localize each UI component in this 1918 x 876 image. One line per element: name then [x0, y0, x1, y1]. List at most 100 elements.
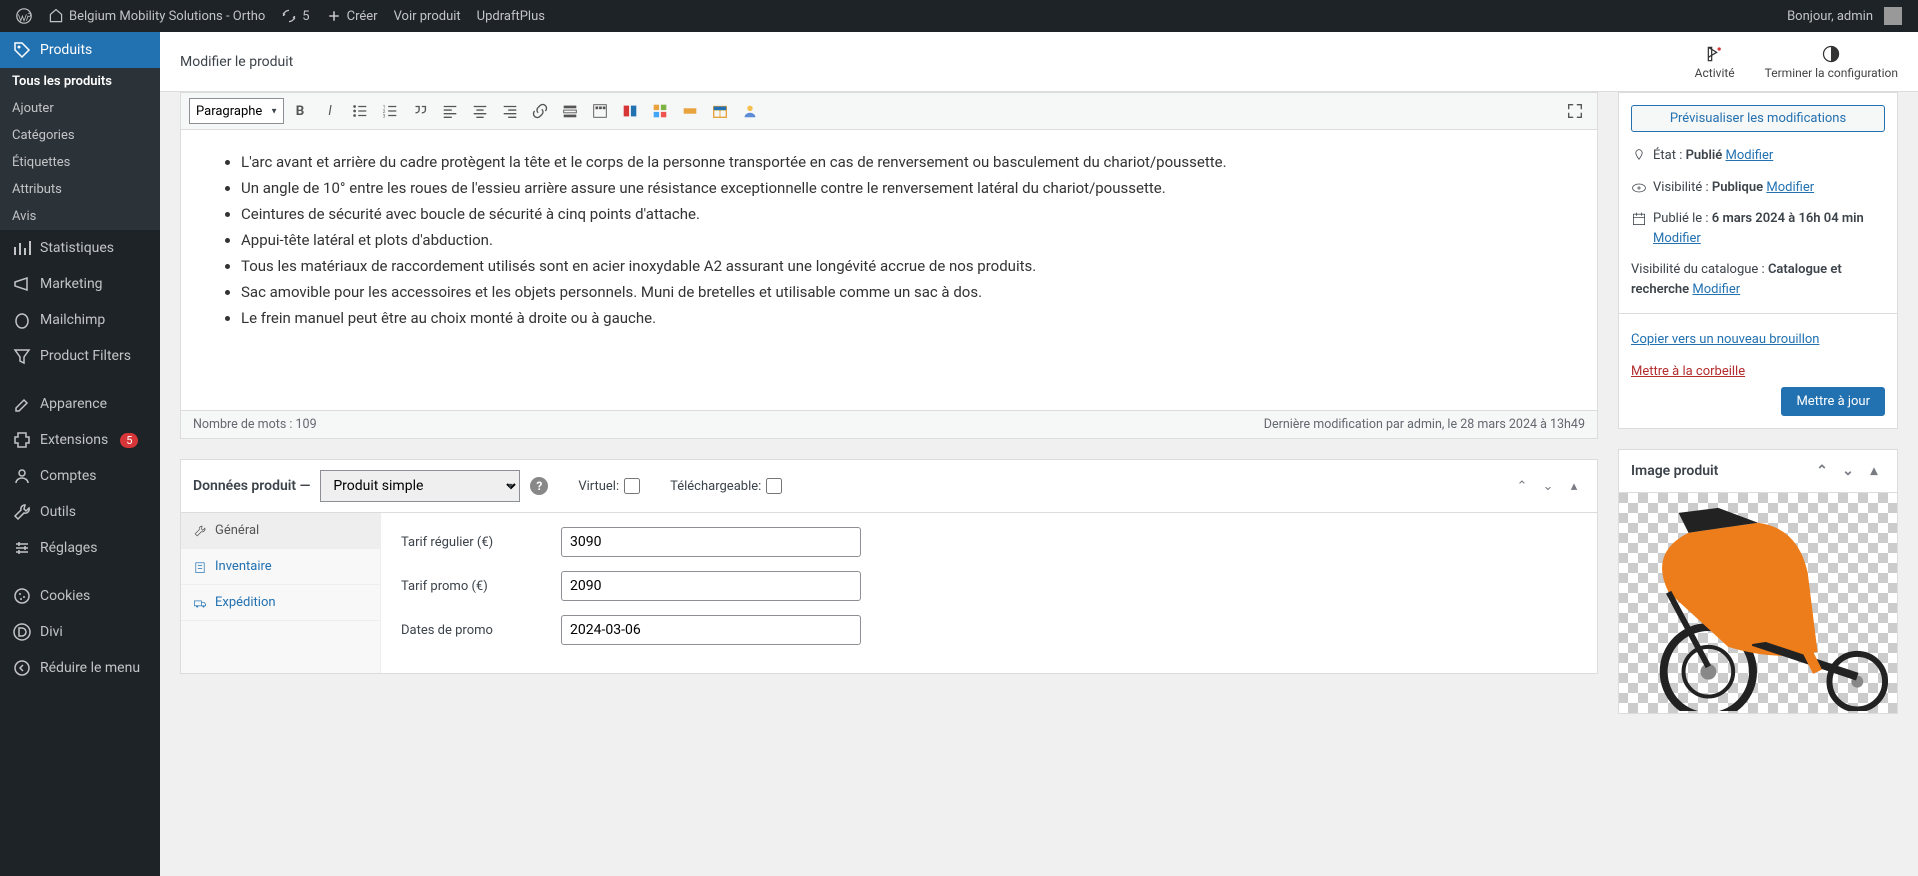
menu-filters[interactable]: Product Filters	[0, 338, 160, 374]
edit-catalog-link[interactable]: Modifier	[1692, 282, 1740, 297]
edit-visibility-link[interactable]: Modifier	[1766, 180, 1814, 195]
align-right-button[interactable]	[496, 97, 524, 125]
extensions-badge: 5	[120, 433, 138, 448]
product-data-title: Données produit —	[193, 478, 310, 494]
product-image-title: Image produit	[1631, 463, 1718, 479]
content-bullet: Tous les matériaux de raccordement utili…	[241, 254, 1567, 278]
content-bullet: Sac amovible pour les accessoires et les…	[241, 280, 1567, 304]
tab-general[interactable]: Général	[181, 513, 380, 549]
menu-reglages[interactable]: Réglages	[0, 530, 160, 566]
submenu-avis[interactable]: Avis	[0, 203, 160, 230]
eye-icon	[1631, 180, 1647, 196]
regular-price-label: Tarif régulier (€)	[401, 535, 541, 550]
align-center-button[interactable]	[466, 97, 494, 125]
editor-toolbar: Paragraphe B I 123	[181, 93, 1597, 130]
sale-price-label: Tarif promo (€)	[401, 579, 541, 594]
user-button[interactable]	[736, 97, 764, 125]
bold-button[interactable]: B	[286, 97, 314, 125]
panel-up-icon[interactable]: ⌃	[1511, 475, 1533, 497]
product-data-panel: Données produit — Produit simple ? Virtu…	[180, 459, 1598, 674]
fullscreen-button[interactable]	[1561, 97, 1589, 125]
content-editor: Paragraphe B I 123	[180, 92, 1598, 439]
sale-date-from-input[interactable]	[561, 615, 861, 645]
pin-icon	[1631, 148, 1647, 164]
content-bullet: Un angle de 10° entre les roues de l'ess…	[241, 176, 1567, 200]
menu-produits[interactable]: Produits	[0, 32, 160, 68]
view-product[interactable]: Voir produit	[386, 0, 469, 32]
format-select[interactable]: Paragraphe	[189, 98, 284, 124]
menu-extensions[interactable]: Extensions5	[0, 422, 160, 458]
editor-body[interactable]: L'arc avant et arrière du cadre protègen…	[181, 130, 1597, 410]
numbered-list-button[interactable]: 123	[376, 97, 404, 125]
content-bullet: Appui-tête latéral et plots d'abduction.	[241, 228, 1567, 252]
panel-down-icon[interactable]: ⌄	[1837, 460, 1859, 482]
menu-statistiques[interactable]: Statistiques	[0, 230, 160, 266]
content-bullet: L'arc avant et arrière du cadre protègen…	[241, 150, 1567, 174]
new-content[interactable]: Créer	[318, 0, 386, 32]
menu-collapse[interactable]: Réduire le menu	[0, 650, 160, 686]
submenu-ajouter[interactable]: Ajouter	[0, 95, 160, 122]
menu-divi[interactable]: Divi	[0, 614, 160, 650]
updates[interactable]: 5	[273, 0, 317, 32]
updraftplus[interactable]: UpdraftPlus	[469, 0, 553, 32]
menu-outils[interactable]: Outils	[0, 494, 160, 530]
preview-button[interactable]: Prévisualiser les modifications	[1631, 105, 1885, 132]
admin-menu: Produits Tous les produits Ajouter Catég…	[0, 32, 160, 876]
downloadable-checkbox[interactable]: Téléchargeable:	[670, 478, 782, 494]
row-button[interactable]	[676, 97, 704, 125]
columns-button[interactable]	[616, 97, 644, 125]
product-image-metabox: Image produit ⌃ ⌄ ▴	[1618, 449, 1898, 714]
submenu-attributs[interactable]: Attributs	[0, 176, 160, 203]
avatar	[1884, 7, 1902, 25]
toolbar-toggle-button[interactable]	[586, 97, 614, 125]
site-name[interactable]: Belgium Mobility Solutions - Ortho	[40, 0, 273, 32]
my-account[interactable]: Bonjour, admin	[1779, 0, 1910, 32]
product-image-thumbnail[interactable]	[1619, 493, 1897, 713]
copy-draft-link[interactable]: Copier vers un nouveau brouillon	[1631, 330, 1819, 350]
content-bullet: Ceintures de sécurité avec boucle de séc…	[241, 202, 1567, 226]
grid-button[interactable]	[646, 97, 674, 125]
sale-price-input[interactable]	[561, 571, 861, 601]
product-type-select[interactable]: Produit simple	[320, 470, 520, 502]
virtual-checkbox[interactable]: Virtuel:	[578, 478, 640, 494]
edit-date-link[interactable]: Modifier	[1653, 231, 1701, 246]
content-bullet: Le frein manuel peut être au choix monté…	[241, 306, 1567, 330]
update-button[interactable]: Mettre à jour	[1781, 387, 1885, 416]
tab-inventory[interactable]: Inventaire	[181, 549, 380, 585]
activity-link[interactable]: Activité	[1695, 44, 1735, 80]
blockquote-button[interactable]	[406, 97, 434, 125]
panel-toggle-icon[interactable]: ▴	[1863, 460, 1885, 482]
trash-link[interactable]: Mettre à la corbeille	[1631, 362, 1745, 382]
regular-price-input[interactable]	[561, 527, 861, 557]
menu-comptes[interactable]: Comptes	[0, 458, 160, 494]
submenu-etiquettes[interactable]: Étiquettes	[0, 149, 160, 176]
svg-text:3: 3	[383, 113, 386, 119]
finish-setup-link[interactable]: Terminer la configuration	[1765, 44, 1898, 80]
panel-down-icon[interactable]: ⌄	[1537, 475, 1559, 497]
menu-apparence[interactable]: Apparence	[0, 386, 160, 422]
wp-logo[interactable]	[8, 0, 40, 32]
last-edit: Dernière modification par admin, le 28 m…	[1264, 417, 1585, 432]
menu-marketing[interactable]: Marketing	[0, 266, 160, 302]
page-header: Modifier le produit Activité Terminer la…	[160, 32, 1918, 92]
panel-toggle-icon[interactable]: ▴	[1563, 475, 1585, 497]
submenu-categories[interactable]: Catégories	[0, 122, 160, 149]
help-icon[interactable]: ?	[530, 477, 548, 495]
tab-shipping[interactable]: Expédition	[181, 585, 380, 621]
align-left-button[interactable]	[436, 97, 464, 125]
edit-status-link[interactable]: Modifier	[1725, 148, 1773, 163]
word-count: Nombre de mots : 109	[193, 417, 317, 432]
more-button[interactable]	[556, 97, 584, 125]
menu-mailchimp[interactable]: Mailchimp	[0, 302, 160, 338]
publish-metabox: Prévisualiser les modifications État : P…	[1618, 92, 1898, 429]
sale-dates-label: Dates de promo	[401, 623, 541, 638]
menu-cookies[interactable]: Cookies	[0, 578, 160, 614]
admin-bar: Belgium Mobility Solutions - Ortho 5 Cré…	[0, 0, 1918, 32]
italic-button[interactable]: I	[316, 97, 344, 125]
calendar-icon	[1631, 211, 1647, 227]
submenu-tous[interactable]: Tous les produits	[0, 68, 160, 95]
link-button[interactable]	[526, 97, 554, 125]
panel-up-icon[interactable]: ⌃	[1811, 460, 1833, 482]
table-button[interactable]	[706, 97, 734, 125]
bullet-list-button[interactable]	[346, 97, 374, 125]
